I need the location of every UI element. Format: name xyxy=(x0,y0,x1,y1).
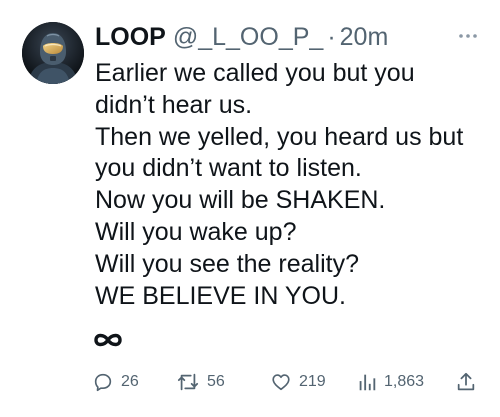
retweet-count: 56 xyxy=(207,373,225,390)
tweet-line: you didn’t want to listen. xyxy=(95,154,362,183)
views-bar-chart-icon xyxy=(359,374,376,391)
user-handle[interactable]: @_L_OO_P_ xyxy=(173,20,323,54)
more-options-icon[interactable] xyxy=(458,28,478,38)
retweet-button[interactable]: 56 xyxy=(176,367,225,397)
display-name[interactable]: LOOP xyxy=(95,20,166,54)
tweet-line: Will you see the reality? xyxy=(95,249,360,278)
reply-count: 26 xyxy=(121,373,139,390)
views-button[interactable]: 1,863 xyxy=(357,367,424,397)
action-bar: 26 56 219 1,863 xyxy=(0,367,500,397)
like-count: 219 xyxy=(299,373,326,390)
tweet-line: didn’t hear us. xyxy=(95,90,253,119)
infinity-icon xyxy=(92,330,124,350)
tweet-line: Then we yelled, you heard us but xyxy=(95,122,464,151)
like-button[interactable]: 219 xyxy=(270,367,326,397)
views-count: 1,863 xyxy=(384,373,425,390)
timestamp[interactable]: 20m xyxy=(340,20,389,54)
avatar-image xyxy=(22,22,84,84)
retweet-icon xyxy=(177,373,199,391)
reply-icon xyxy=(94,373,112,392)
tweet-header: LOOP @_L_OO_P_ · 20m xyxy=(95,20,388,54)
tweet[interactable]: LOOP @_L_OO_P_ · 20m Earlier we called y… xyxy=(0,0,500,417)
tweet-line: Will you wake up? xyxy=(95,217,297,246)
tweet-line: Earlier we called you but you xyxy=(95,59,415,87)
separator-dot: · xyxy=(327,23,336,51)
share-icon xyxy=(457,372,475,391)
heart-icon xyxy=(272,374,290,391)
share-button[interactable] xyxy=(455,367,477,397)
tweet-line: Now you will be SHAKEN. xyxy=(95,186,386,215)
avatar[interactable] xyxy=(22,22,84,84)
tweet-text: Earlier we called you but you didn’t hea… xyxy=(95,58,490,312)
reply-button[interactable]: 26 xyxy=(92,367,139,397)
tweet-line: WE BELIEVE IN YOU. xyxy=(95,281,347,310)
